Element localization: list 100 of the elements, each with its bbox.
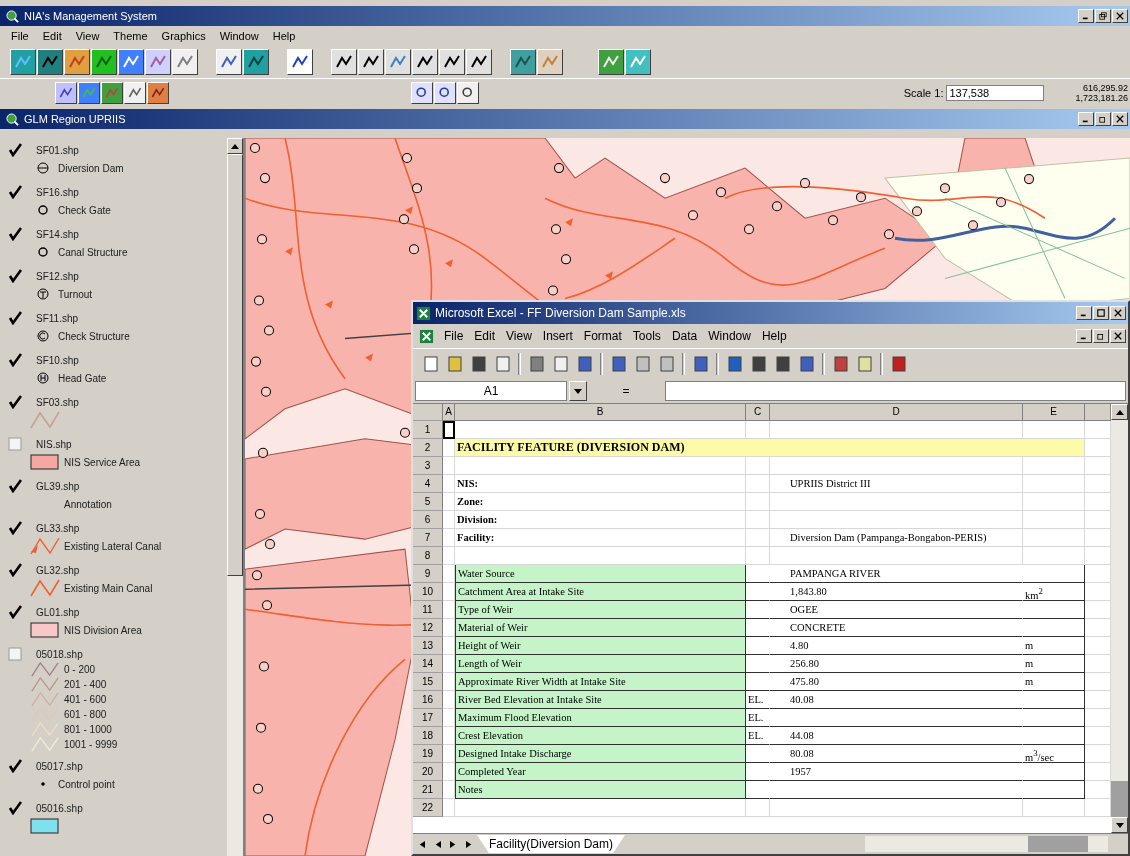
row-header[interactable]: 15 (413, 673, 443, 691)
table-cell[interactable]: km$^{2}$ (1023, 583, 1085, 601)
table-cell[interactable]: EL. (746, 727, 770, 745)
menu-item[interactable]: Insert (537, 329, 578, 343)
column-header[interactable]: A (443, 404, 455, 421)
row-header[interactable]: 13 (413, 637, 443, 655)
row-header[interactable]: 1 (413, 421, 443, 439)
row-header[interactable]: 6 (413, 511, 443, 529)
column-header[interactable]: E (1023, 404, 1085, 421)
table-cell[interactable]: UPRIIS District III (770, 475, 1023, 493)
table-cell[interactable]: CONCRETE (770, 619, 1023, 637)
column-header[interactable]: D (770, 404, 1023, 421)
layer-name[interactable]: SF03.shp (36, 396, 79, 408)
table-cell[interactable]: PAMPANGA RIVER (770, 565, 1023, 583)
row-header[interactable]: 2 (413, 439, 443, 457)
sheet-tab[interactable]: Facility(Diversion Dam) (477, 835, 625, 853)
row-header[interactable]: 20 (413, 763, 443, 781)
menu-item[interactable]: Data (666, 329, 703, 343)
table-cell[interactable]: Facility: (455, 529, 746, 547)
table-cell[interactable]: m$^{3}$/sec (1023, 745, 1085, 763)
column-header[interactable]: C (746, 404, 770, 421)
menu-item[interactable]: Tools (627, 329, 666, 343)
layer-name[interactable]: 05016.shp (36, 802, 83, 814)
table-cell[interactable]: Zone: (455, 493, 746, 511)
layer-name[interactable]: SF14.shp (36, 228, 79, 240)
menu-item[interactable]: File (439, 329, 469, 343)
menu-item[interactable]: Window (703, 329, 756, 343)
layer-name[interactable]: SF01.shp (36, 144, 79, 156)
menu-item[interactable]: Help (756, 329, 792, 343)
row-header[interactable]: 9 (413, 565, 443, 583)
menu-item[interactable]: Window (212, 30, 266, 42)
table-cell[interactable]: Material of Weir (455, 619, 746, 637)
menu-item[interactable]: File (4, 30, 36, 42)
table-cell[interactable]: EL. (746, 691, 770, 709)
row-header[interactable]: 18 (413, 727, 443, 745)
table-cell[interactable]: Approximate River Width at Intake Site (455, 673, 746, 691)
table-cell[interactable]: 4.80 (770, 637, 1023, 655)
table-cell[interactable]: 475.80 (770, 673, 1023, 691)
row-header[interactable]: 22 (413, 799, 443, 817)
layer-name[interactable]: SF11.shp (36, 312, 79, 324)
row-header[interactable]: 5 (413, 493, 443, 511)
menu-item[interactable]: Edit (35, 30, 69, 42)
menu-item[interactable]: Help (265, 30, 303, 42)
row-header[interactable]: 16 (413, 691, 443, 709)
menu-item[interactable]: Edit (469, 329, 501, 343)
layer-name[interactable]: GL33.shp (36, 522, 80, 534)
table-cell[interactable]: Type of Weir (455, 601, 746, 619)
table-cell[interactable]: Catchment Area at Intake Site (455, 583, 746, 601)
layer-name[interactable]: NIS.shp (36, 438, 72, 450)
row-header[interactable]: 10 (413, 583, 443, 601)
table-cell[interactable]: Diversion Dam (Pampanga-Bongabon-PERIS) (770, 529, 1023, 547)
layer-name[interactable]: 05017.shp (36, 760, 83, 772)
layer-name[interactable]: GL01.shp (36, 606, 80, 618)
table-cell[interactable]: NIS: (455, 475, 746, 493)
menu-item[interactable]: View (501, 329, 537, 343)
menu-item[interactable]: Graphics (154, 30, 213, 42)
table-cell[interactable]: Water Source (455, 565, 746, 583)
table-cell[interactable]: OGEE (770, 601, 1023, 619)
table-cell[interactable]: m (1023, 655, 1085, 673)
table-cell[interactable]: River Bed Elevation at Intake Site (455, 691, 746, 709)
column-header[interactable]: B (455, 404, 746, 421)
menu-item[interactable]: View (68, 30, 107, 42)
row-header[interactable]: 14 (413, 655, 443, 673)
table-cell[interactable]: Notes (455, 781, 746, 799)
table-cell[interactable]: 44.08 (770, 727, 1023, 745)
table-cell[interactable]: m (1023, 673, 1085, 691)
layer-name[interactable]: SF10.shp (36, 354, 79, 366)
table-cell[interactable]: 80.08 (770, 745, 1023, 763)
table-cell[interactable]: m (1023, 637, 1085, 655)
row-header[interactable]: 3 (413, 457, 443, 475)
layer-name[interactable]: SF16.shp (36, 186, 79, 198)
row-header[interactable]: 17 (413, 709, 443, 727)
menu-item[interactable]: Theme (106, 30, 155, 42)
table-cell[interactable]: Designed Intake Discharge (455, 745, 746, 763)
row-header[interactable]: 11 (413, 601, 443, 619)
row-header[interactable]: 7 (413, 529, 443, 547)
table-cell[interactable]: Height of Weir (455, 637, 746, 655)
table-cell[interactable]: Length of Weir (455, 655, 746, 673)
table-cell[interactable]: Maximum Flood Elevation (455, 709, 746, 727)
menu-item[interactable]: Format (578, 329, 627, 343)
row-header[interactable]: 19 (413, 745, 443, 763)
name-box[interactable]: A1 (415, 381, 567, 401)
sheet-title[interactable]: FACILITY FEATURE (DIVERSION DAM) (455, 439, 1085, 457)
table-cell[interactable]: 1,843.80 (770, 583, 1023, 601)
table-cell[interactable]: Completed Year (455, 763, 746, 781)
row-header[interactable]: 12 (413, 619, 443, 637)
row-header[interactable]: 4 (413, 475, 443, 493)
row-header[interactable]: 21 (413, 781, 443, 799)
layer-name[interactable]: GL39.shp (36, 480, 80, 492)
layer-name[interactable]: 05018.shp (36, 648, 83, 660)
table-cell[interactable]: Division: (455, 511, 746, 529)
layer-name[interactable]: GL32.shp (36, 564, 80, 576)
table-cell[interactable]: EL. (746, 709, 770, 727)
table-cell[interactable]: 256.80 (770, 655, 1023, 673)
layer-name[interactable]: SF12.shp (36, 270, 79, 282)
row-header[interactable]: 8 (413, 547, 443, 565)
table-cell[interactable]: Crest Elevation (455, 727, 746, 745)
table-cell[interactable]: 1957 (770, 763, 1023, 781)
table-cell[interactable]: 40.08 (770, 691, 1023, 709)
scale-field[interactable]: 137,538 (946, 85, 1045, 101)
